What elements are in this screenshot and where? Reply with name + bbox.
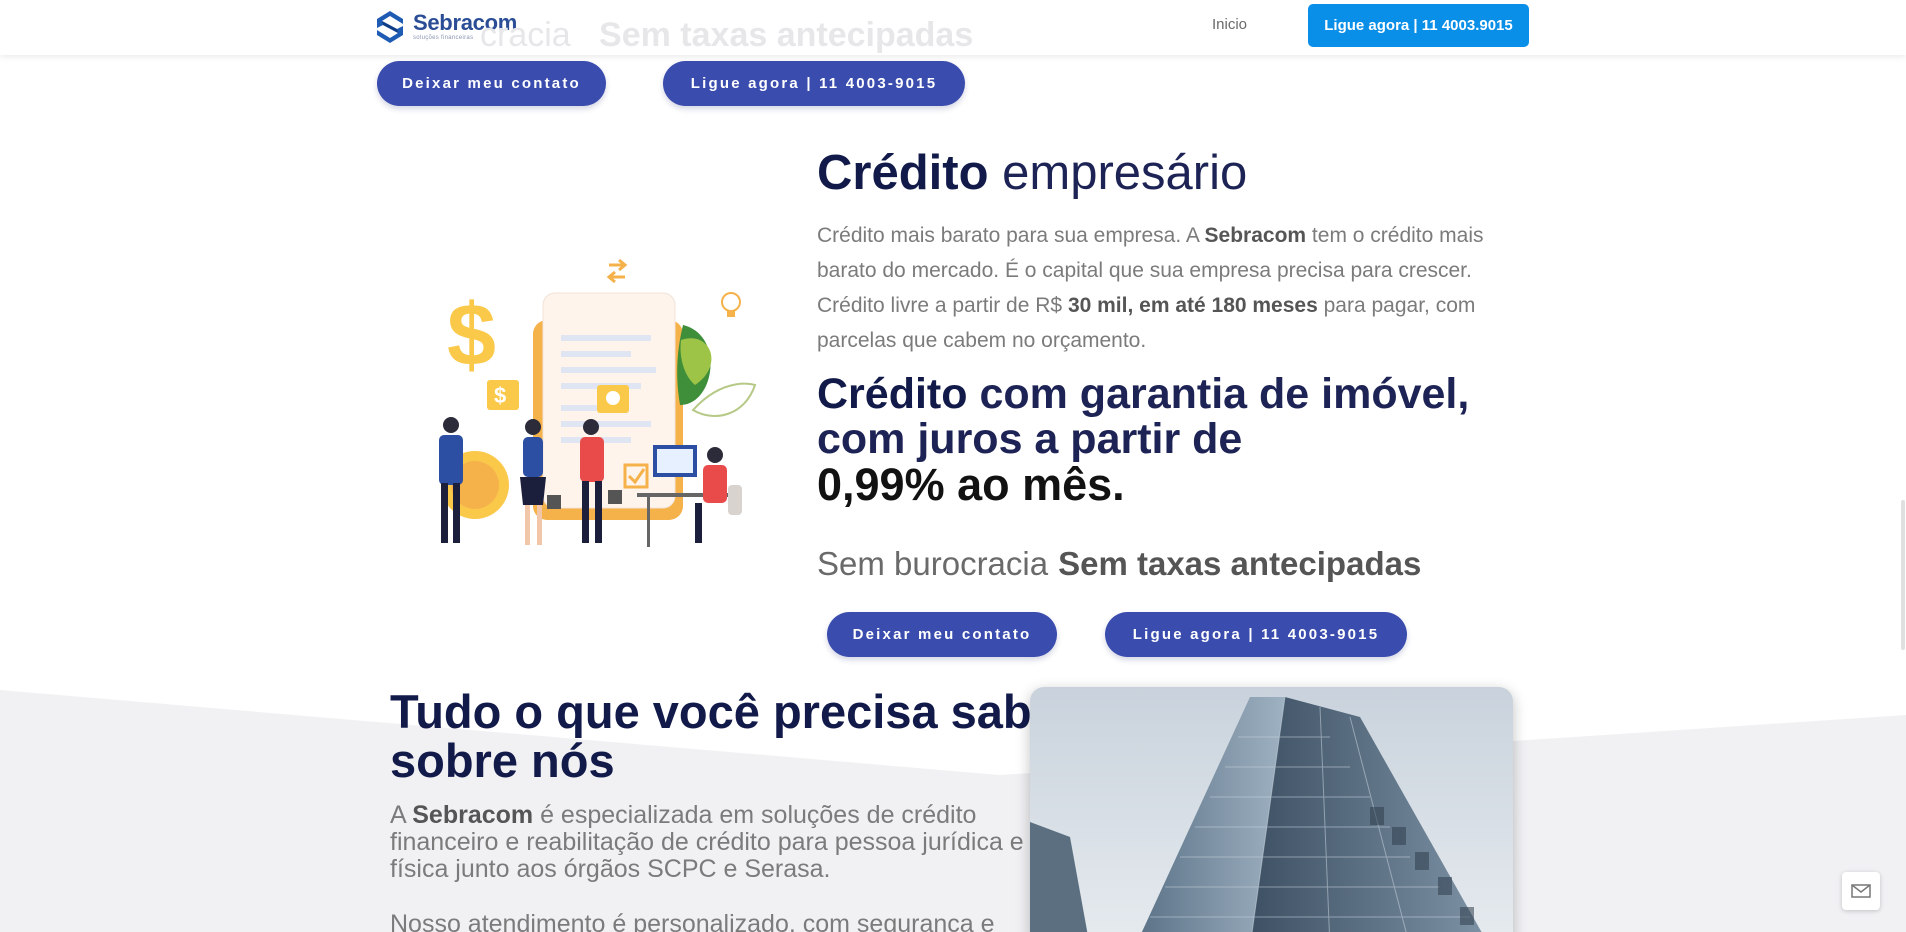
top-call-button[interactable]: Ligue agora | 11 4003-9015 <box>663 61 965 106</box>
envelope-icon <box>1851 884 1871 898</box>
hero-call-button[interactable]: Ligue agora | 11 4003-9015 <box>1105 612 1407 657</box>
tagline-no-bureaucracy: Sem burocracia <box>817 545 1049 582</box>
about-title-bold: sobre nós <box>390 734 615 787</box>
about-para-prefix: A <box>390 801 413 829</box>
hero-contact-button[interactable]: Deixar meu contato <box>827 612 1057 657</box>
svg-text:$: $ <box>447 285 496 384</box>
ghost-tagline-left: cracia <box>480 16 571 54</box>
page: cracia Sem taxas antecipadas Sebracom so… <box>0 0 1906 932</box>
sebracom-logo-icon <box>377 11 403 43</box>
hero-paragraph: Crédito mais barato para sua empresa. A … <box>817 218 1487 358</box>
hero-title: Crédito empresário <box>817 145 1247 201</box>
interest-rate: 0,99% ao mês. <box>817 459 1125 510</box>
top-contact-button[interactable]: Deixar meu contato <box>377 61 606 106</box>
hero-title-bold: Crédito <box>817 146 989 200</box>
ghost-tagline-row: cracia Sem taxas antecipadas <box>480 16 973 55</box>
hero-para-amount: 30 mil, em até 180 meses <box>1067 294 1318 317</box>
hero-para-brand: Sebracom <box>1204 224 1307 247</box>
about-paragraph-2: Nosso atendimento é personalizado, com s… <box>390 910 995 932</box>
hero-para-part-1: Crédito mais barato para sua empresa. A <box>817 224 1205 247</box>
nav-link-inicio[interactable]: Inicio <box>1212 16 1247 33</box>
hero-title-rest: empresário <box>1002 146 1248 200</box>
hero-taglines: Sem burocracia Sem taxas antecipadas <box>817 545 1421 583</box>
ghost-tagline-right: Sem taxas antecipadas <box>599 16 974 54</box>
credit-illustration: $ $ <box>439 258 757 547</box>
hero-subtitle-bold: Crédito <box>817 370 968 418</box>
tagline-no-fees: Sem taxas antecipadas <box>1058 545 1422 582</box>
scrollbar[interactable] <box>1901 500 1905 650</box>
about-paragraph: A Sebracom é especializada em soluções d… <box>390 802 1030 883</box>
about-para-brand: Sebracom <box>412 801 534 829</box>
hero-subtitle: Crédito com garantia de imóvel, com juro… <box>817 370 1537 510</box>
about-title: Tudo o que você precisa saber sobre nós <box>390 687 1076 785</box>
chat-button[interactable] <box>1842 872 1880 910</box>
svg-text:$: $ <box>494 383 506 408</box>
nav-call-button[interactable]: Ligue agora | 11 4003.9015 <box>1308 4 1529 47</box>
building-photo <box>1030 687 1513 932</box>
about-title-line1: Tudo o que você precisa saber <box>390 685 1077 738</box>
